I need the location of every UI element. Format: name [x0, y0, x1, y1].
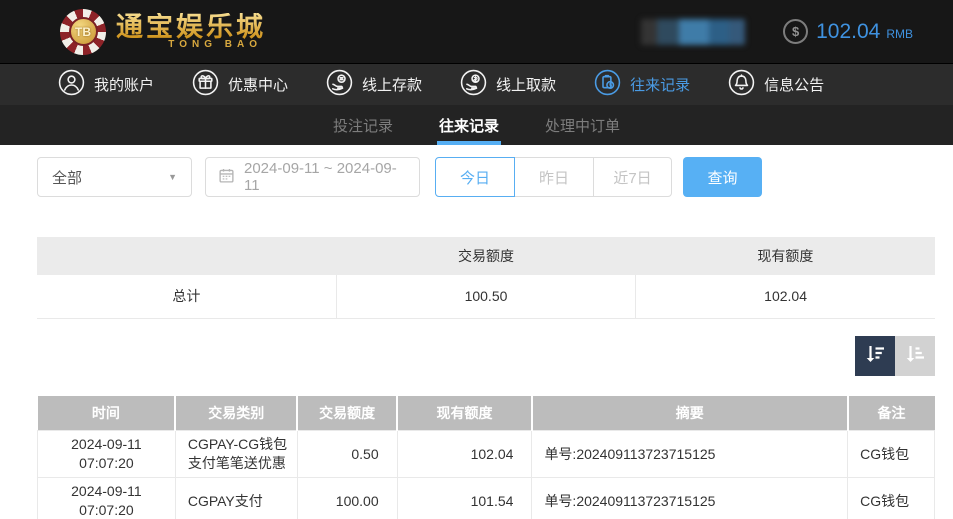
pixel-block — [729, 19, 745, 45]
cell-type: CGPAY支付 — [175, 478, 297, 519]
nav-item-promotions[interactable]: 优惠中心 — [192, 69, 288, 100]
yesterday-button[interactable]: 昨日 — [515, 157, 594, 197]
cell-amount: 0.50 — [297, 431, 397, 478]
blurred-username — [641, 19, 745, 45]
cell-remark: CG钱包 — [848, 431, 935, 478]
balance[interactable]: $ 102.04 RMB — [783, 19, 913, 44]
cell-type: CGPAY-CG钱包支付笔笔送优惠 — [175, 431, 297, 478]
nav-item-my-account[interactable]: 我的账户 — [58, 69, 154, 100]
nav-item-transaction-records[interactable]: 往来记录 — [594, 69, 690, 100]
content: 全部 ▼ 2024-09-11 ~ 2024-09-11 今日 昨日 近7日 查… — [37, 157, 935, 519]
quick-range-group: 今日 昨日 近7日 — [435, 157, 672, 197]
sort-ascending-button[interactable] — [895, 336, 935, 376]
summary-header-empty — [37, 237, 336, 275]
sort-ascending-icon — [903, 342, 927, 369]
nav-item-label: 线上存款 — [362, 74, 422, 95]
gift-icon — [192, 69, 219, 100]
col-header-remark[interactable]: 备注 — [848, 396, 935, 431]
withdraw-icon — [460, 69, 487, 100]
summary-total-row: 总计 100.50 102.04 — [37, 275, 935, 318]
pixel-block — [679, 19, 709, 45]
type-select[interactable]: 全部 ▼ — [37, 157, 192, 197]
table-row: 2024-09-11 07:07:20 CGPAY-CG钱包支付笔笔送优惠 0.… — [38, 431, 935, 478]
page: TB 通宝娱乐城 TONG BAO $ 102.04 RMB — [0, 0, 953, 519]
bell-icon — [728, 69, 755, 100]
summary-total-transaction: 100.50 — [336, 275, 635, 318]
last-7-days-button[interactable]: 近7日 — [593, 157, 672, 197]
records-icon — [594, 69, 621, 100]
col-header-amount[interactable]: 交易额度 — [297, 396, 397, 431]
site-logo[interactable]: TB 通宝娱乐城 TONG BAO — [60, 9, 266, 55]
col-header-time[interactable]: 时间 — [38, 396, 176, 431]
poker-chip-icon: TB — [60, 9, 106, 55]
nav-item-label: 我的账户 — [94, 74, 154, 95]
nav-item-label: 优惠中心 — [228, 74, 288, 95]
balance-currency: RMB — [886, 23, 913, 41]
cell-balance: 101.54 — [397, 478, 532, 519]
topbar-right: $ 102.04 RMB — [641, 19, 913, 45]
balance-amount: 102.04 — [816, 20, 880, 44]
tab-label: 处理中订单 — [545, 115, 620, 136]
cell-time: 2024-09-11 07:07:20 — [38, 431, 176, 478]
topbar: TB 通宝娱乐城 TONG BAO $ 102.04 RMB — [0, 0, 953, 63]
summary-total-label: 总计 — [37, 275, 336, 318]
pixel-block — [709, 19, 729, 45]
cell-time: 2024-09-11 07:07:20 — [38, 478, 176, 519]
col-header-summary[interactable]: 摘要 — [532, 396, 848, 431]
today-button[interactable]: 今日 — [435, 157, 515, 197]
logo-text: 通宝娱乐城 TONG BAO — [116, 13, 266, 51]
nav-item-deposit[interactable]: 线上存款 — [326, 69, 422, 100]
cell-summary: 单号:202409113723715125 — [532, 478, 848, 519]
nav-item-withdraw[interactable]: 线上取款 — [460, 69, 556, 100]
pixel-block — [641, 19, 657, 45]
summary-header-transaction: 交易额度 — [336, 237, 635, 275]
table-row: 2024-09-11 07:07:20 CGPAY支付 100.00 101.5… — [38, 478, 935, 519]
logo-subtitle: TONG BAO — [116, 39, 266, 50]
calendar-icon — [218, 167, 235, 188]
tab-processing-orders[interactable]: 处理中订单 — [543, 105, 622, 145]
summary-header-balance: 现有额度 — [636, 237, 935, 275]
records-header-row: 时间 交易类别 交易额度 现有额度 摘要 备注 — [38, 396, 935, 431]
date-range-input[interactable]: 2024-09-11 ~ 2024-09-11 — [205, 157, 420, 197]
sub-nav: 投注记录 往来记录 处理中订单 — [0, 105, 953, 145]
type-select-value: 全部 — [52, 167, 82, 188]
nav-item-label: 线上取款 — [496, 74, 556, 95]
nav-item-announcements[interactable]: 信息公告 — [728, 69, 824, 100]
user-icon — [58, 69, 85, 100]
pixel-block — [657, 19, 679, 45]
col-header-type[interactable]: 交易类别 — [175, 396, 297, 431]
logo-title: 通宝娱乐城 — [116, 13, 266, 43]
active-tab-underline — [437, 141, 501, 145]
chevron-down-icon: ▼ — [168, 172, 177, 182]
date-range-value: 2024-09-11 ~ 2024-09-11 — [244, 160, 407, 194]
dollar-circle-icon: $ — [783, 19, 808, 44]
filter-row: 全部 ▼ 2024-09-11 ~ 2024-09-11 今日 昨日 近7日 查… — [37, 157, 935, 197]
nav-item-label: 往来记录 — [630, 74, 690, 95]
col-header-balance[interactable]: 现有额度 — [397, 396, 532, 431]
main-nav: 我的账户 优惠中心 线上存款 线上取款 往来记录 信息公告 — [0, 63, 953, 105]
cell-balance: 102.04 — [397, 431, 532, 478]
chip-monogram: TB — [69, 17, 98, 46]
summary-total-balance: 102.04 — [636, 275, 935, 318]
tab-betting-records[interactable]: 投注记录 — [331, 105, 395, 145]
deposit-icon — [326, 69, 353, 100]
sort-controls — [37, 336, 935, 376]
cell-summary: 单号:202409113723715125 — [532, 431, 848, 478]
cell-amount: 100.00 — [297, 478, 397, 519]
search-button[interactable]: 查询 — [683, 157, 762, 197]
sort-descending-button[interactable] — [855, 336, 895, 376]
tab-label: 投注记录 — [333, 115, 393, 136]
records-table: 时间 交易类别 交易额度 现有额度 摘要 备注 2024-09-11 07:07… — [37, 396, 935, 519]
tab-label: 往来记录 — [439, 115, 499, 136]
sort-descending-icon — [863, 342, 887, 369]
nav-item-label: 信息公告 — [764, 74, 824, 95]
summary-table: 交易额度 现有额度 总计 100.50 102.04 — [37, 237, 935, 319]
cell-remark: CG钱包 — [848, 478, 935, 519]
tab-transaction-records[interactable]: 往来记录 — [437, 105, 501, 145]
summary-header-row: 交易额度 现有额度 — [37, 237, 935, 275]
